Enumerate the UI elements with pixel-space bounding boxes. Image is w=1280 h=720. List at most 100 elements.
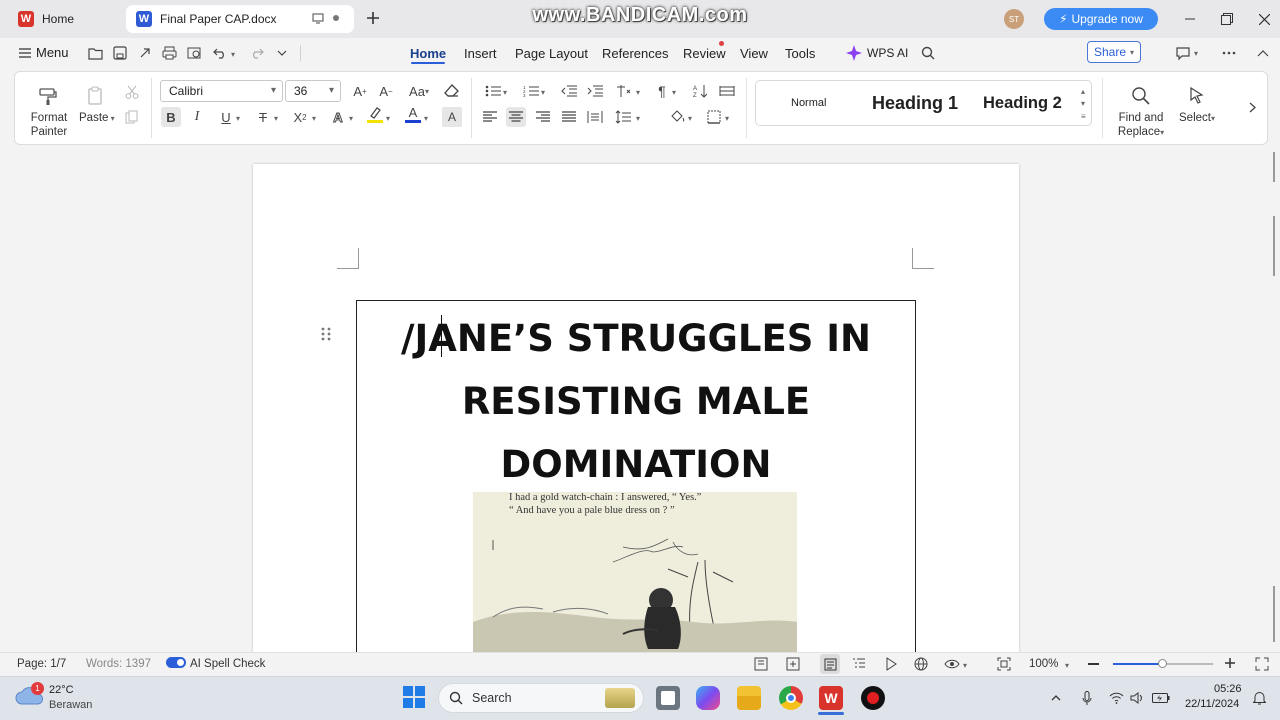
italic-button[interactable]: I [187,107,207,127]
open-folder-icon[interactable] [86,44,104,62]
word-count[interactable]: Words: 1397 [86,658,151,670]
select-cursor-icon[interactable] [1187,86,1207,106]
sort-icon[interactable]: AZ [690,81,710,101]
superscript-icon[interactable]: X2 [290,107,310,127]
zoom-dropdown-icon[interactable]: ▾ [1065,661,1069,670]
paragraph-mark-dropdown-icon[interactable]: ▾ [672,88,676,97]
volume-icon[interactable] [1128,689,1146,707]
superscript-dropdown-icon[interactable]: ▾ [312,114,316,123]
distribute-icon[interactable] [585,107,605,127]
copilot-icon[interactable] [696,686,720,710]
styles-scroll-up-icon[interactable]: ▴ [1081,87,1085,96]
customize-toolbar-icon[interactable] [273,44,291,62]
align-center-icon[interactable] [506,107,526,127]
tab-references[interactable]: References [602,46,668,61]
notification-bell-icon[interactable] [1250,689,1268,707]
tab-tools[interactable]: Tools [785,46,815,61]
style-normal[interactable]: Normal [791,97,826,109]
format-painter-button[interactable]: Format Painter [26,111,72,139]
clock-time[interactable]: 05:26 [1214,683,1242,695]
scrollbar-thumb[interactable] [1273,216,1275,276]
change-case-icon[interactable]: Aa ▾ [404,81,434,101]
justify-icon[interactable] [559,107,579,127]
chrome-icon[interactable] [779,686,803,710]
chinese-layout-dropdown-icon[interactable]: ▾ [636,88,640,97]
paste-icon[interactable] [86,86,106,106]
text-effect-dropdown-icon[interactable]: ▾ [349,114,353,123]
minimize-icon[interactable] [1180,9,1200,29]
find-replace-button[interactable]: Find and Replace▾ [1114,111,1168,140]
restore-icon[interactable] [1217,9,1237,29]
tab-insert[interactable]: Insert [464,46,497,61]
decrease-indent-icon[interactable] [559,81,579,101]
close-icon[interactable] [1254,9,1274,29]
print-icon[interactable] [160,44,178,62]
font-name-select[interactable]: Calibri ▾ [160,80,283,102]
microphone-icon[interactable] [1078,689,1096,707]
numbered-list-icon[interactable]: 123 [521,81,541,101]
paragraph-mark-icon[interactable]: ¶ [652,81,672,101]
bold-button[interactable]: B [161,107,181,127]
strikethrough-icon[interactable]: T [253,107,273,127]
undo-icon[interactable] [211,44,229,62]
ribbon-scroll-right-icon[interactable] [1242,97,1262,117]
increase-indent-icon[interactable] [585,81,605,101]
eye-protection-dropdown-icon[interactable]: ▾ [963,661,967,670]
shading-icon[interactable] [667,106,687,126]
page-indicator[interactable]: Page: 1/7 [17,658,66,670]
copy-icon[interactable] [122,107,142,127]
line-spacing-icon[interactable] [613,107,633,127]
font-color-icon[interactable]: A [403,105,423,125]
align-right-icon[interactable] [533,107,553,127]
text-direction-icon[interactable] [717,81,737,101]
eye-protection-icon[interactable] [944,657,960,671]
web-layout-icon[interactable] [786,657,800,671]
wifi-icon[interactable] [1107,689,1125,707]
select-button[interactable]: Select▾ [1175,111,1219,126]
task-view-icon[interactable] [656,686,680,710]
font-size-select[interactable]: 36 ▾ [285,80,341,102]
clear-formatting-icon[interactable] [442,81,462,101]
fullscreen-icon[interactable] [1255,657,1269,671]
strikethrough-dropdown-icon[interactable]: ▾ [274,114,278,123]
bandicam-record-icon[interactable] [861,686,885,710]
print-layout-icon[interactable] [820,654,840,674]
zoom-slider-handle[interactable] [1158,659,1167,668]
highlight-dropdown-icon[interactable]: ▾ [386,114,390,123]
bullet-dropdown-icon[interactable]: ▾ [503,88,507,97]
collapse-ribbon-icon[interactable] [1254,44,1272,62]
globe-icon[interactable] [914,657,928,671]
styles-expand-icon[interactable]: ≡ [1081,112,1086,121]
comment-dropdown-icon[interactable]: ▾ [1194,49,1198,58]
format-painter-icon[interactable] [38,86,58,106]
increase-font-icon[interactable]: A + [350,81,370,101]
play-icon[interactable] [884,657,898,671]
tray-overflow-icon[interactable] [1047,689,1065,707]
tab-page-layout[interactable]: Page Layout [515,46,588,61]
align-left-icon[interactable] [480,107,500,127]
numbering-dropdown-icon[interactable]: ▾ [541,88,545,97]
bullet-list-icon[interactable] [483,81,503,101]
zoom-level[interactable]: 100% [1029,658,1058,670]
book-illustration-image[interactable]: I had a gold watch-chain : I answered, “… [473,492,797,654]
taskbar-search[interactable]: Search [438,683,644,713]
more-options-icon[interactable] [1220,44,1238,62]
font-color-dropdown-icon[interactable]: ▾ [424,114,428,123]
tab-home-ribbon[interactable]: Home [410,46,446,61]
wps-ai-button[interactable]: WPS AI [867,46,908,60]
underline-button[interactable]: U [216,107,236,127]
tab-view[interactable]: View [740,46,768,61]
borders-dropdown-icon[interactable]: ▾ [725,114,729,123]
tab-review[interactable]: Review [683,46,726,61]
read-mode-icon[interactable] [754,657,768,671]
chinese-layout-icon[interactable] [614,81,634,101]
comment-icon[interactable] [1174,44,1192,62]
file-explorer-icon[interactable] [737,686,761,710]
style-heading-2[interactable]: Heading 2 [983,94,1062,113]
search-icon[interactable] [919,44,937,62]
avatar[interactable]: ST [1004,9,1024,29]
clock-date[interactable]: 22/11/2024 [1185,698,1239,710]
styles-scroll-down-icon[interactable]: ▾ [1081,99,1085,108]
shading-dropdown-icon[interactable]: ▾ [688,114,692,123]
spell-check-toggle[interactable] [166,657,186,668]
